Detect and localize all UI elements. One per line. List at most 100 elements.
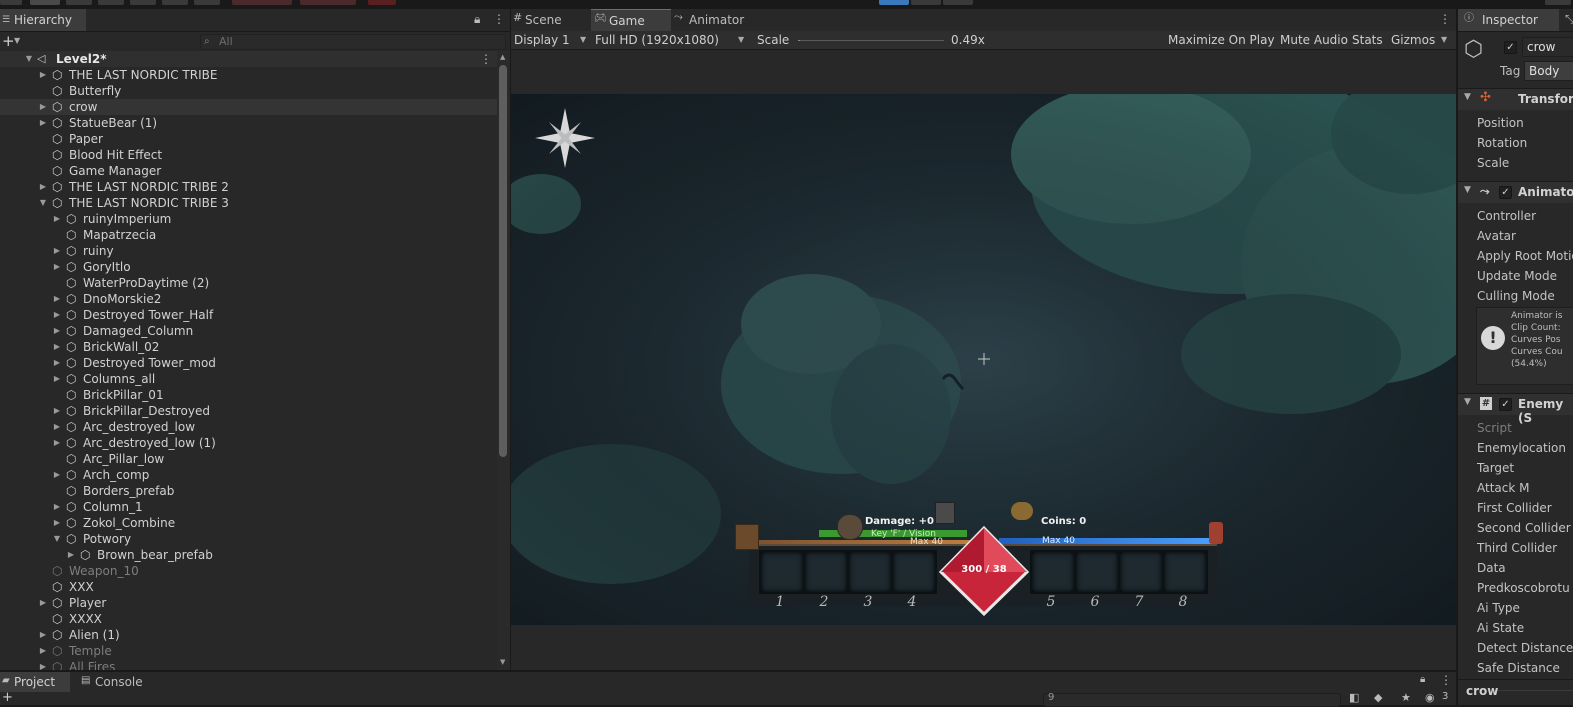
hierarchy-row[interactable]: ⬡ Arc_Pillar_low xyxy=(0,451,497,467)
expand-arrow-icon[interactable]: ▶ xyxy=(38,595,48,611)
scrollbar-thumb[interactable] xyxy=(499,65,507,457)
stats-toggle[interactable]: Stats xyxy=(1352,31,1383,49)
hierarchy-row[interactable]: ▶ ⬡ THE LAST NORDIC TRIBE 2 xyxy=(0,179,497,195)
hierarchy-row[interactable]: ⬡ Blood Hit Effect xyxy=(0,147,497,163)
hierarchy-row[interactable]: ⬡ Mapatrzecia xyxy=(0,227,497,243)
hierarchy-row[interactable]: ▶ ⬡ DnoMorskie2 xyxy=(0,291,497,307)
toolbar-button[interactable] xyxy=(130,0,156,5)
chevron-down-icon[interactable]: ▼ xyxy=(1441,31,1447,49)
animator-enabled-checkbox[interactable]: ✓ xyxy=(1499,186,1512,199)
inventory-slot[interactable] xyxy=(1030,550,1076,594)
expand-arrow-icon[interactable]: ▶ xyxy=(52,339,62,355)
expand-arrow-icon[interactable]: ▼ xyxy=(52,531,62,547)
toolbar-button[interactable] xyxy=(194,0,220,5)
expand-arrow-icon[interactable]: ▶ xyxy=(52,371,62,387)
expand-arrow-icon[interactable]: ▶ xyxy=(52,211,62,227)
hierarchy-row[interactable]: ⬡ Weapon_10 xyxy=(0,563,497,579)
gizmos-toggle[interactable]: Gizmos xyxy=(1391,31,1435,49)
expand-arrow-icon[interactable]: ▶ xyxy=(52,355,62,371)
expand-arrow-icon[interactable]: ▶ xyxy=(38,627,48,643)
expand-arrow-icon[interactable]: ▶ xyxy=(52,515,62,531)
toolbar-button[interactable] xyxy=(300,0,356,5)
add-object-button[interactable]: + xyxy=(2,32,15,50)
hierarchy-row[interactable]: ▼ ⬡ THE LAST NORDIC TRIBE 3 xyxy=(0,195,497,211)
expand-arrow-icon[interactable]: ▶ xyxy=(38,179,48,195)
toolbar-button[interactable] xyxy=(98,0,124,5)
hierarchy-row[interactable]: ▶ ⬡ Destroyed Tower_Half xyxy=(0,307,497,323)
scroll-down-icon[interactable]: ▼ xyxy=(500,658,505,666)
hierarchy-row[interactable]: ⬡ Paper xyxy=(0,131,497,147)
expand-arrow-icon[interactable]: ▶ xyxy=(52,435,62,451)
expand-arrow-icon[interactable]: ▶ xyxy=(38,115,48,131)
active-checkbox[interactable]: ✓ xyxy=(1504,41,1517,54)
expand-arrow-icon[interactable]: ▶ xyxy=(52,243,62,259)
toolbar-button[interactable] xyxy=(30,0,60,5)
hierarchy-row[interactable]: ▶ ⬡ BrickWall_02 xyxy=(0,339,497,355)
enemy-enabled-checkbox[interactable]: ✓ xyxy=(1499,398,1512,411)
lock-icon[interactable]: 🔒︎ xyxy=(474,12,480,27)
resolution-dropdown[interactable]: Full HD (1920x1080) ▼ xyxy=(595,31,747,49)
transform-section-header[interactable]: ▼ ✣ Transfor xyxy=(1458,88,1573,110)
tab-inspector[interactable]: ⓘ Inspector xyxy=(1458,9,1559,31)
kebab-menu-icon[interactable]: ⋮ xyxy=(1440,673,1452,687)
expand-arrow-icon[interactable]: ▶ xyxy=(52,307,62,323)
hierarchy-row[interactable]: ▶ ⬡ GoryItlo xyxy=(0,259,497,275)
hierarchy-row[interactable]: ⬡ XXX xyxy=(0,579,497,595)
tab-game[interactable]: 🎮︎ Game xyxy=(591,9,679,32)
hierarchy-row[interactable]: ▶ ⬡ Arc_destroyed_low (1) xyxy=(0,435,497,451)
toolbar-button[interactable] xyxy=(162,0,188,5)
inventory-slot[interactable] xyxy=(1074,550,1120,594)
expand-arrow-icon[interactable]: ▶ xyxy=(52,419,62,435)
maximize-on-play-toggle[interactable]: Maximize On Play xyxy=(1168,31,1275,49)
tab-animator[interactable]: ⤳ Animator xyxy=(671,9,769,31)
lock-icon[interactable]: 🔒︎ xyxy=(1420,674,1425,685)
expand-arrow-icon[interactable]: ▶ xyxy=(52,499,62,515)
hierarchy-row[interactable]: ▶ ⬡ Arch_comp xyxy=(0,467,497,483)
scale-slider-handle[interactable] xyxy=(798,40,800,41)
step-button[interactable] xyxy=(943,0,973,5)
hierarchy-row[interactable]: ▶ ⬡ Zokol_Combine xyxy=(0,515,497,531)
hierarchy-search-input[interactable]: ⌕ All xyxy=(200,34,506,50)
toolbar-button[interactable] xyxy=(1545,0,1571,5)
create-button[interactable]: + xyxy=(2,690,13,705)
hierarchy-row[interactable]: ▶ ⬡ Destroyed Tower_mod xyxy=(0,355,497,371)
hidden-eye-icon[interactable]: ◉ xyxy=(1425,691,1435,704)
hierarchy-row[interactable]: ▶ ⬡ BrickPillar_Destroyed xyxy=(0,403,497,419)
hierarchy-row[interactable]: ▶ ⬡ THE LAST NORDIC TRIBE xyxy=(0,67,497,83)
hierarchy-row[interactable]: ⬡ Butterfly xyxy=(0,83,497,99)
display-dropdown[interactable]: Display 1 ▼ xyxy=(514,31,589,49)
toolbar-button[interactable] xyxy=(66,0,92,5)
expand-arrow-icon[interactable]: ▶ xyxy=(38,659,48,670)
game-viewport[interactable]: Damage: +0 Key 'F' / Vision Max 40 Coins… xyxy=(511,94,1456,625)
hierarchy-row[interactable]: ▶ ⬡ ruiny xyxy=(0,243,497,259)
hierarchy-row[interactable]: ⬡ BrickPillar_01 xyxy=(0,387,497,403)
hierarchy-row[interactable]: ⬡ Borders_prefab xyxy=(0,483,497,499)
hierarchy-row[interactable]: ▶ ⬡ ruinyImperium xyxy=(0,211,497,227)
expand-arrow-icon[interactable]: ▶ xyxy=(52,467,62,483)
hierarchy-row[interactable]: ▶ ⬡ All Fires xyxy=(0,659,497,670)
expand-arrow-icon[interactable]: ▶ xyxy=(52,259,62,275)
chevron-down-icon[interactable]: ▼ xyxy=(14,32,20,50)
expand-arrow-icon[interactable]: ▶ xyxy=(52,403,62,419)
scene-menu-icon[interactable]: ⋮ xyxy=(480,51,492,67)
hierarchy-row[interactable]: ▶ ⬡ crow xyxy=(0,99,497,115)
collapse-arrow-icon[interactable]: ▼ xyxy=(1464,185,1471,195)
collapse-arrow-icon[interactable]: ▼ xyxy=(1464,92,1471,102)
hierarchy-row[interactable]: ▶ ⬡ Player xyxy=(0,595,497,611)
expand-arrow-icon[interactable]: ▶ xyxy=(38,643,48,659)
label-tag-icon[interactable]: ◆ xyxy=(1374,691,1382,704)
inventory-slot[interactable] xyxy=(891,550,937,594)
expand-arrow-icon[interactable]: ▶ xyxy=(38,99,48,115)
hierarchy-row[interactable]: ▶ ⬡ Alien (1) xyxy=(0,627,497,643)
pause-button[interactable] xyxy=(911,0,941,5)
hierarchy-row[interactable]: ▶ ⬡ Damaged_Column xyxy=(0,323,497,339)
tab-hierarchy[interactable]: ☰ Hierarchy xyxy=(0,9,86,31)
expand-arrow-icon[interactable]: ▶ xyxy=(52,291,62,307)
expand-arrow-icon[interactable]: ▶ xyxy=(52,323,62,339)
hierarchy-scrollbar[interactable]: ▲ ▼ xyxy=(497,51,510,670)
scroll-up-icon[interactable]: ▲ xyxy=(500,53,505,61)
animator-section-header[interactable]: ▼ ⤳ ✓ Animato xyxy=(1458,181,1573,203)
expand-arrow-icon[interactable]: ▼ xyxy=(38,195,48,211)
hierarchy-row[interactable]: ⬡ XXXX xyxy=(0,611,497,627)
kebab-menu-icon[interactable]: ⋮ xyxy=(1439,12,1451,26)
